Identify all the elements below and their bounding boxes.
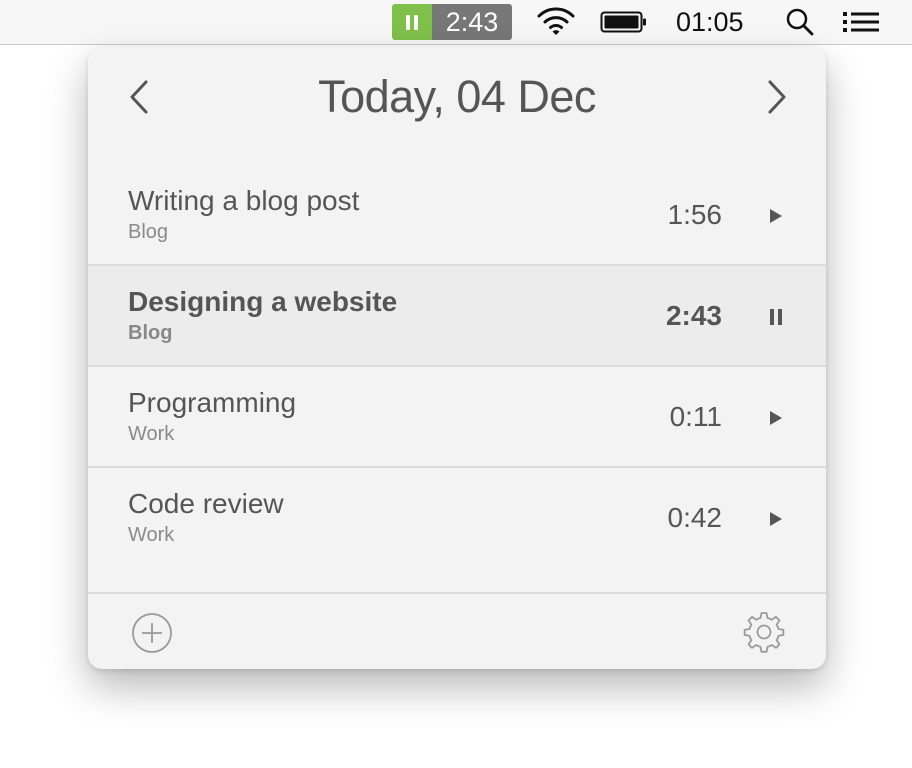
task-time: 0:42: [667, 502, 723, 533]
task-project: Work: [128, 524, 175, 546]
date-title: Today, 04 Dec: [318, 71, 596, 122]
notification-list-icon[interactable]: [838, 0, 884, 44]
play-button[interactable]: [756, 201, 796, 231]
next-day-button[interactable]: [756, 75, 796, 119]
task-time: 2:43: [665, 300, 722, 331]
timer-status-item[interactable]: 2:43: [392, 4, 512, 40]
play-icon: [770, 411, 782, 425]
task-name: Programming: [128, 387, 297, 418]
play-button[interactable]: [756, 504, 796, 534]
pause-button[interactable]: [756, 302, 796, 332]
task-row-active[interactable]: Designing a website Blog 2:43: [88, 266, 826, 367]
task-list: Writing a blog post Blog 1:56 Designing …: [88, 165, 826, 567]
task-project: Blog: [128, 221, 169, 243]
menubar-clock[interactable]: 01:05: [676, 0, 744, 44]
pause-icon[interactable]: [392, 4, 432, 40]
task-row[interactable]: Programming Work 0:11: [88, 367, 826, 468]
play-icon: [770, 209, 782, 223]
task-row[interactable]: Code review Work 0:42: [88, 468, 826, 567]
plus-circle-icon: [132, 613, 172, 653]
chevron-right-icon: [768, 80, 786, 114]
battery-icon[interactable]: [598, 0, 650, 44]
wifi-icon[interactable]: [534, 0, 578, 44]
popover-header: Today, 04 Dec: [88, 47, 826, 147]
add-task-button[interactable]: [130, 611, 174, 655]
task-name: Code review: [128, 488, 284, 519]
pause-icon: [768, 309, 784, 325]
task-time: 0:11: [669, 401, 722, 432]
menu-bar: 2:43 01:05: [0, 0, 912, 45]
play-button[interactable]: [756, 403, 796, 433]
task-project: Blog: [128, 322, 173, 344]
timer-menubar-time: 2:43: [432, 4, 512, 40]
search-icon[interactable]: [782, 0, 818, 44]
popover-footer: [88, 592, 826, 669]
gear-icon: [743, 612, 785, 653]
task-name: Designing a website: [128, 286, 398, 317]
timer-popover: Today, 04 Dec Writing a blog post Blog 1…: [88, 47, 826, 669]
play-icon: [770, 512, 782, 526]
task-time: 1:56: [667, 199, 723, 230]
task-name: Writing a blog post: [128, 185, 360, 216]
task-project: Work: [128, 423, 175, 445]
task-row[interactable]: Writing a blog post Blog 1:56: [88, 165, 826, 266]
settings-button[interactable]: [742, 610, 786, 654]
